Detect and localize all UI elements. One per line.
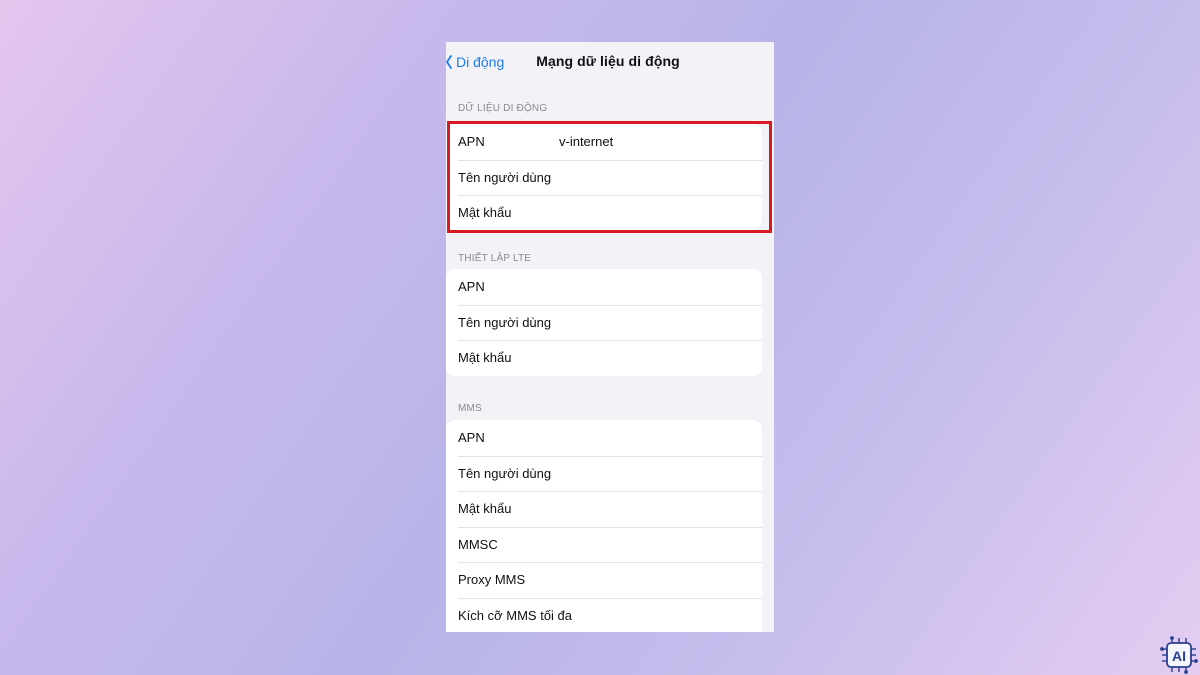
field-label: MMSC [458, 536, 498, 552]
mms-password-field[interactable]: Mật khẩu [446, 491, 762, 527]
lte-password-field[interactable]: Mật khẩu [446, 340, 762, 376]
field-label: Mật khẩu [458, 205, 512, 221]
lte-apn-field[interactable]: APN [446, 269, 762, 305]
section-header-lte-setup: THIẾT LẬP LTE [458, 253, 532, 264]
cellular-data-group: APN v-internet Tên người dùng Mật khẩu [446, 124, 762, 230]
field-label: Tên người dùng [458, 465, 552, 481]
mms-username-field[interactable]: Tên người dùng [446, 455, 762, 492]
field-label: APN [458, 430, 485, 446]
cellular-password-field[interactable]: Mật khẩu [446, 195, 762, 230]
badge-text: AI [1172, 648, 1186, 664]
field-label: Tên người dùng [458, 314, 552, 330]
mms-max-size-field[interactable]: Kích cỡ MMS tối đa [446, 597, 762, 633]
mms-apn-field[interactable]: APN [446, 420, 762, 456]
field-label: Proxy MMS [458, 572, 526, 588]
field-value[interactable]: v-internet [559, 134, 613, 149]
section-header-mms: MMS [458, 403, 482, 414]
cellular-username-field[interactable]: Tên người dùng [446, 159, 762, 196]
cellular-apn-field[interactable]: APN v-internet [446, 124, 762, 160]
mms-group: APN Tên người dùng Mật khẩu MMSC Proxy M… [446, 420, 762, 632]
field-label: Mật khẩu [458, 350, 512, 366]
ai-chip-logo: AI [1160, 636, 1198, 674]
field-label: APN [458, 134, 485, 150]
mms-proxy-field[interactable]: Proxy MMS [446, 562, 762, 598]
field-label: Kích cỡ MMS tối đa [458, 607, 573, 623]
lte-setup-group: APN Tên người dùng Mật khẩu [446, 269, 762, 376]
field-label: Tên người dùng [458, 169, 552, 185]
section-header-cellular-data: DỮ LIỆU DI ĐỘNG [458, 103, 548, 114]
navigation-bar: Di động Mạng dữ liệu di động [446, 42, 774, 80]
page-title: Mạng dữ liệu di động [536, 53, 680, 69]
field-label: Mật khẩu [458, 501, 512, 517]
lte-username-field[interactable]: Tên người dùng [446, 304, 762, 341]
settings-screen: Di động Mạng dữ liệu di động DỮ LIỆU DI … [446, 42, 774, 632]
mmsc-field[interactable]: MMSC [446, 526, 762, 563]
field-label: APN [458, 279, 485, 295]
